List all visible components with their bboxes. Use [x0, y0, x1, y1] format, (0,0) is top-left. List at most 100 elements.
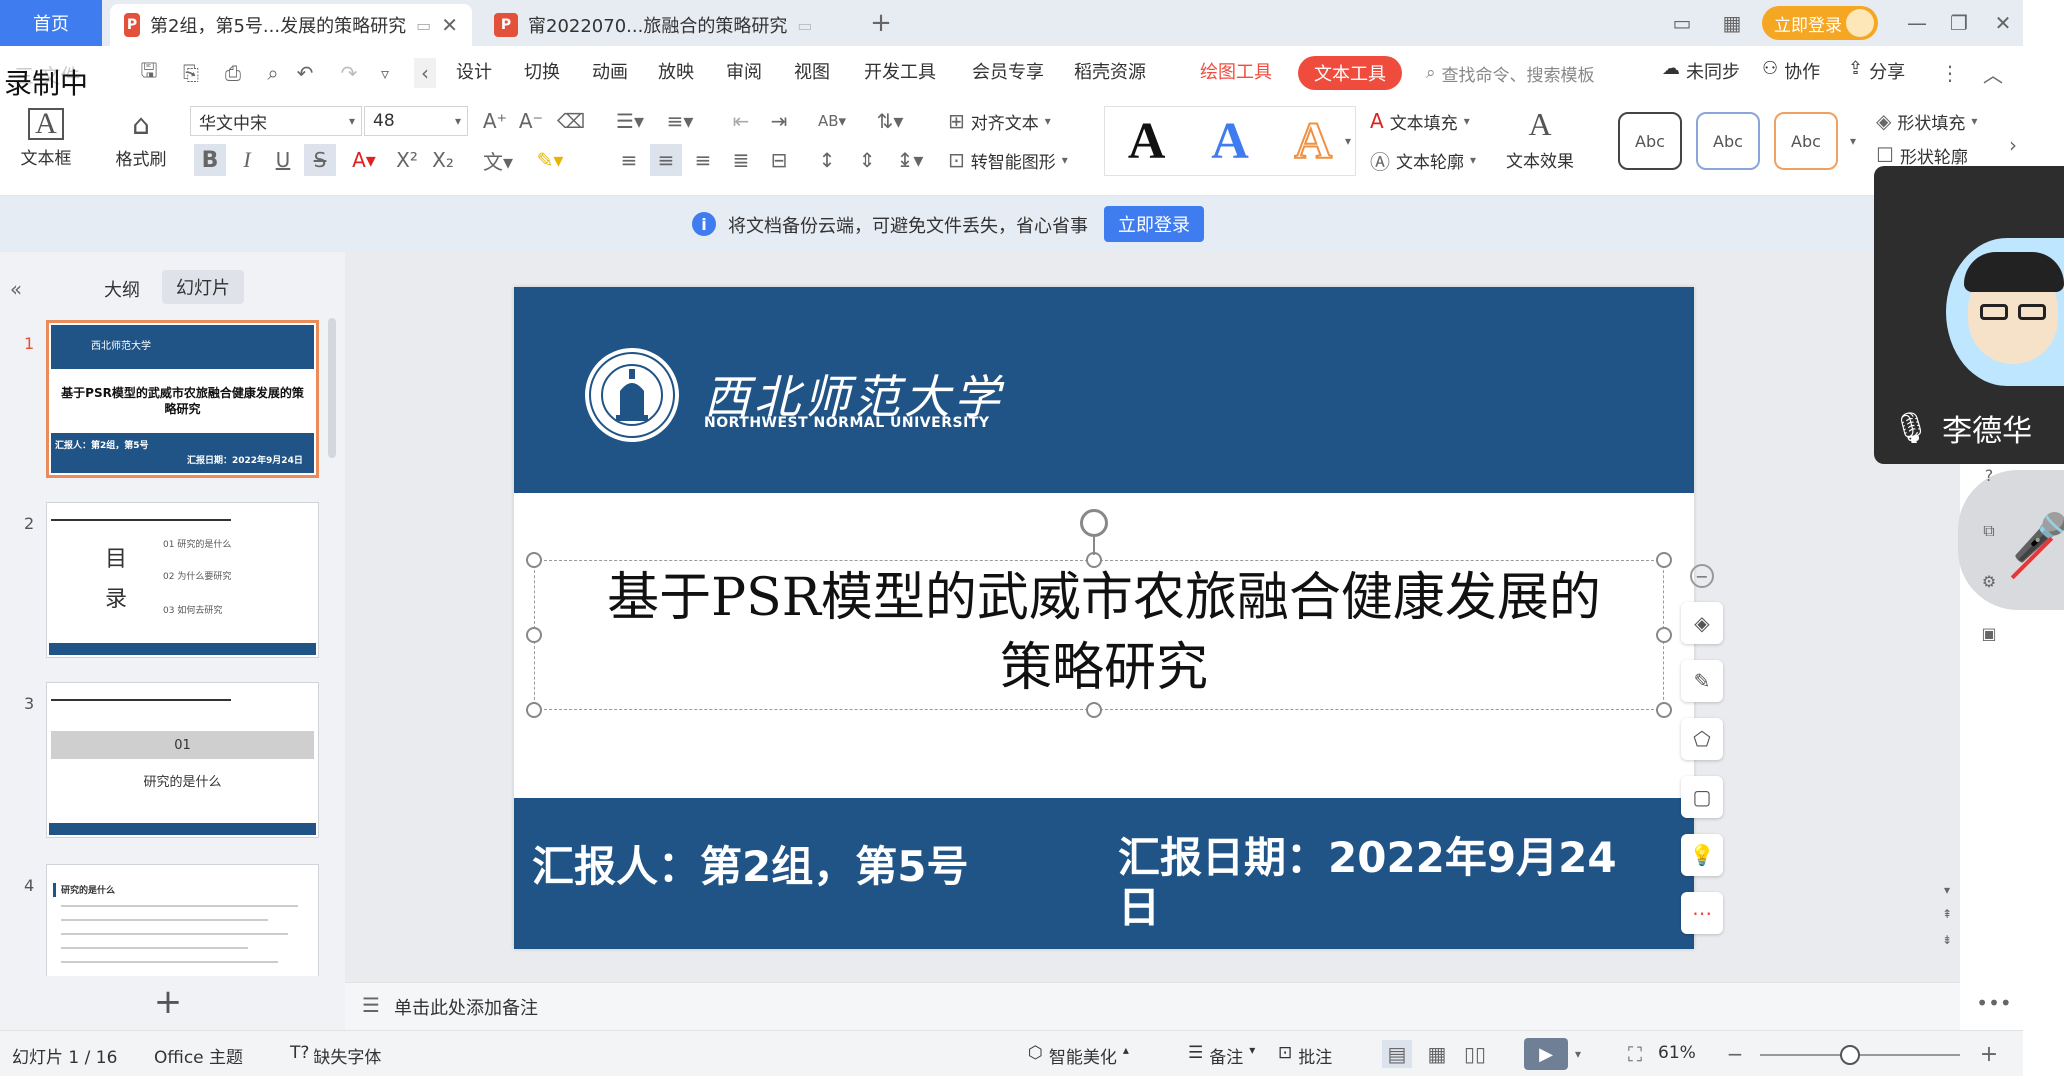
- notification-login-button[interactable]: 立即登录: [1104, 206, 1204, 242]
- comments-button[interactable]: ⊡ 批注: [1278, 1043, 1332, 1068]
- decrease-indent-icon[interactable]: ⇤: [726, 106, 756, 136]
- text-fill-button[interactable]: A 文本填充 ▾: [1370, 106, 1470, 136]
- shape-style-orange[interactable]: Abc: [1774, 112, 1838, 170]
- document-tab-second[interactable]: P 甯2022070...旅融合的策略研究 ▭: [480, 4, 830, 46]
- pen-icon[interactable]: ✎: [1681, 660, 1723, 702]
- text-style-blue[interactable]: A: [1211, 112, 1249, 171]
- add-slide-button[interactable]: +: [150, 982, 186, 1022]
- bold-button[interactable]: B: [194, 144, 226, 176]
- numbering-icon[interactable]: ≡▾: [660, 106, 700, 136]
- customize-chevron-icon[interactable]: ▿: [372, 58, 398, 88]
- distribute-icon[interactable]: ⊟: [764, 144, 794, 176]
- menu-member[interactable]: 会员专享: [972, 58, 1044, 84]
- align-right-icon[interactable]: ≡: [688, 144, 718, 176]
- more-horizontal-icon[interactable]: •••: [1976, 990, 2012, 1016]
- shrink-font-icon[interactable]: A⁻: [516, 106, 546, 136]
- screenshot-icon[interactable]: ⧉: [1976, 518, 2002, 544]
- align-center-icon[interactable]: ≡: [650, 144, 682, 176]
- ribbon-scroll-right-icon[interactable]: ›: [2004, 130, 2022, 160]
- eraser-icon[interactable]: ⌫: [556, 106, 586, 136]
- minus-circle-icon[interactable]: −: [1690, 564, 1714, 588]
- resize-handle[interactable]: [1086, 702, 1102, 718]
- slideshow-options-icon[interactable]: ▾: [1570, 1040, 1586, 1068]
- more-dots-icon[interactable]: ⋯: [1681, 892, 1723, 934]
- text-style-black[interactable]: A: [1128, 112, 1166, 171]
- fit-window-icon[interactable]: ⛶: [1620, 1040, 1650, 1068]
- reading-view-icon[interactable]: ▯▯: [1460, 1040, 1490, 1068]
- layout-icon[interactable]: ▭: [1664, 8, 1700, 38]
- font-name-select[interactable]: 华文中宋 ▾: [190, 106, 362, 136]
- slide[interactable]: 西北师范大学 NORTHWEST NORMAL UNIVERSITY 基于PSR…: [514, 287, 1694, 949]
- zoom-slider-thumb[interactable]: [1840, 1045, 1860, 1065]
- menu-docer[interactable]: 稻壳资源: [1074, 58, 1146, 84]
- zoom-out-icon[interactable]: −: [1724, 1040, 1746, 1068]
- collapse-panel-icon[interactable]: «: [4, 274, 28, 304]
- resize-handle[interactable]: [526, 702, 542, 718]
- document-tab-active[interactable]: P 第2组，第5号...发展的策略研究 ▭ ✕: [110, 4, 472, 46]
- rotate-handle-icon[interactable]: [1080, 509, 1108, 537]
- text-style-orange-outline[interactable]: A: [1294, 112, 1334, 171]
- tool-icon[interactable]: ⚙: [1976, 568, 2002, 594]
- share-button[interactable]: ⇪ 分享: [1848, 58, 1905, 84]
- resize-handle[interactable]: [526, 552, 542, 568]
- normal-view-icon[interactable]: ▤: [1382, 1040, 1412, 1068]
- panel-scrollbar[interactable]: [328, 318, 336, 458]
- paragraph-spacing-icon[interactable]: ⇕: [852, 144, 882, 176]
- notes-toggle-button[interactable]: ☰ 备注 ▾: [1188, 1043, 1255, 1068]
- highlight-icon[interactable]: ✎▾: [530, 144, 570, 176]
- text-style-gallery[interactable]: A A A: [1104, 106, 1356, 176]
- tab-screen-icon[interactable]: ▭: [416, 16, 431, 35]
- tab-home[interactable]: 首页: [0, 0, 102, 46]
- font-color-icon[interactable]: A▾: [344, 144, 384, 176]
- export-icon[interactable]: ⎘: [176, 58, 206, 88]
- text-direction-icon[interactable]: AB▾: [812, 106, 852, 136]
- slide-thumbnail-1[interactable]: 西北师范大学 基于PSR模型的武威市农旅融合健康发展的策略研究 汇报人：第2组，…: [46, 320, 319, 478]
- slide-sorter-icon[interactable]: ▦: [1422, 1040, 1452, 1068]
- smart-shape-button[interactable]: ⊡ 转智能图形 ▾: [948, 144, 1068, 176]
- gallery-more-icon[interactable]: ▾: [1340, 126, 1356, 156]
- slide-thumbnail-2[interactable]: 目 录 01 研究的是什么 02 为什么要研究 03 如何去研究: [46, 502, 319, 658]
- slide-thumbnail-3[interactable]: 01 研究的是什么: [46, 682, 319, 838]
- slide-thumbnail-4[interactable]: 研究的是什么: [46, 864, 319, 976]
- sort-icon[interactable]: ⇅▾: [870, 106, 910, 136]
- scroll-left-icon[interactable]: ‹: [414, 58, 436, 88]
- scroll-down-icon[interactable]: ▾: [1938, 880, 1956, 900]
- italic-button[interactable]: I: [232, 144, 262, 176]
- mute-control-panel[interactable]: 🎤: [1958, 470, 2064, 610]
- align-text-button[interactable]: ⊞ 对齐文本 ▾: [948, 106, 1051, 136]
- grid-apps-icon[interactable]: ▦: [1716, 8, 1748, 38]
- shape-style-blue[interactable]: Abc: [1696, 112, 1760, 170]
- microphone-muted-icon[interactable]: 🎤: [2012, 510, 2064, 565]
- print-icon[interactable]: ⎙: [218, 58, 248, 88]
- menu-slideshow[interactable]: 放映: [658, 58, 694, 84]
- spacing-menu-icon[interactable]: ↨▾: [890, 144, 930, 176]
- menu-transition[interactable]: 切换: [524, 58, 560, 84]
- resize-handle[interactable]: [526, 627, 542, 643]
- tab-screen-icon[interactable]: ▭: [797, 16, 812, 35]
- new-tab-button[interactable]: +: [866, 6, 896, 40]
- subscript-icon[interactable]: X₂: [428, 144, 458, 176]
- collaborate-button[interactable]: ⚇ 协作: [1762, 58, 1820, 84]
- menu-review[interactable]: 审阅: [726, 58, 762, 84]
- tab-outline[interactable]: 大纲: [104, 276, 140, 302]
- notes-area[interactable]: [345, 982, 1960, 1030]
- help-icon[interactable]: ?: [1976, 462, 2002, 488]
- bulb-icon[interactable]: 💡: [1681, 834, 1723, 876]
- strikethrough-button[interactable]: S: [304, 144, 336, 176]
- minimize-icon[interactable]: —: [1902, 8, 1932, 38]
- increase-indent-icon[interactable]: ⇥: [764, 106, 794, 136]
- menu-view[interactable]: 视图: [794, 58, 830, 84]
- slide-title[interactable]: 基于PSR模型的武威市农旅融合健康发展的 策略研究: [514, 563, 1694, 703]
- missing-fonts-button[interactable]: T? 缺失字体: [290, 1043, 381, 1068]
- grow-font-icon[interactable]: A⁺: [480, 106, 510, 136]
- text-effect-button[interactable]: A 文本效果: [1498, 106, 1582, 176]
- shape-outline-button[interactable]: ☐ 形状轮廓: [1876, 144, 1968, 166]
- menu-animation[interactable]: 动画: [592, 58, 628, 84]
- format-painter-button[interactable]: ⌂ 格式刷: [108, 108, 174, 178]
- theme-name[interactable]: Office 主题: [154, 1043, 243, 1068]
- undo-icon[interactable]: ↶: [290, 58, 320, 88]
- superscript-icon[interactable]: X²: [392, 144, 422, 176]
- font-size-select[interactable]: 48 ▾: [364, 106, 468, 136]
- shape-gallery-more-icon[interactable]: ▾: [1846, 126, 1860, 156]
- play-slideshow-icon[interactable]: ▶: [1524, 1038, 1568, 1070]
